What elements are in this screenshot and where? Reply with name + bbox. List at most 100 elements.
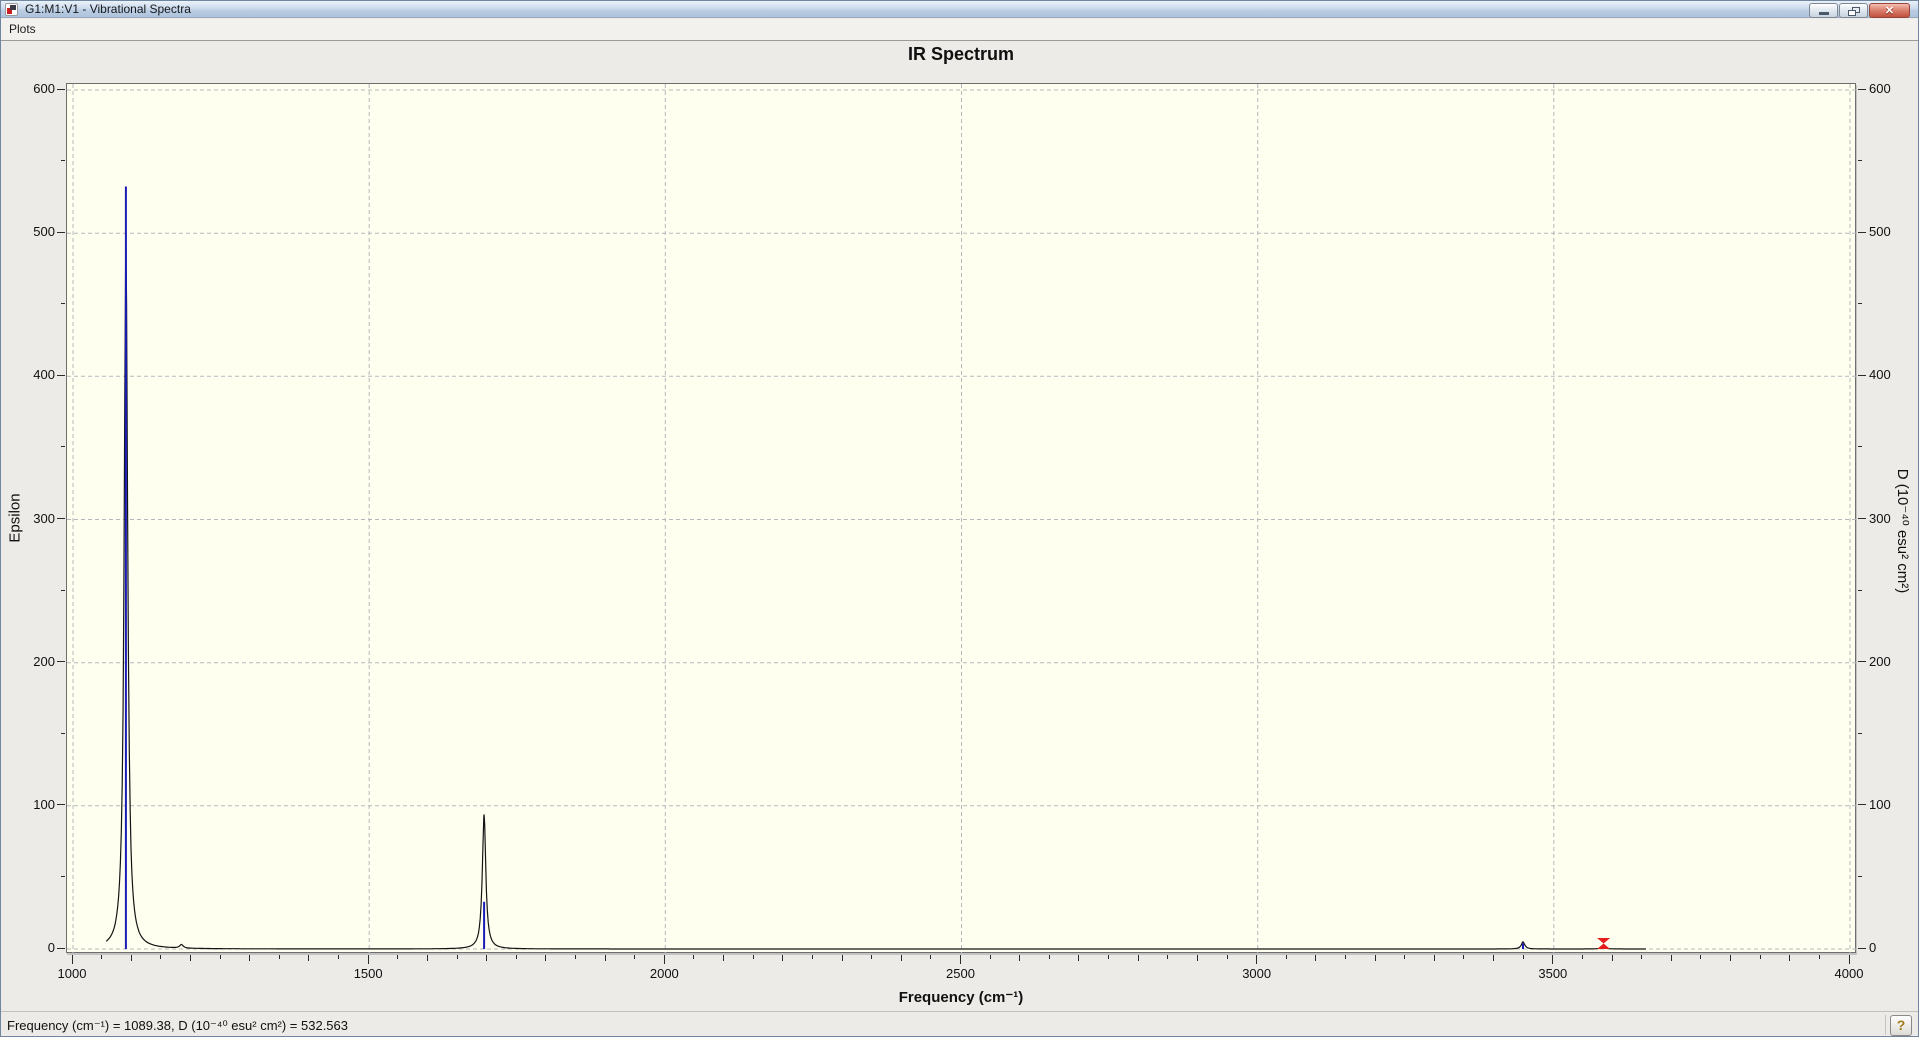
x-axis-tick [1463, 955, 1465, 959]
y-axis-tick-right [1858, 518, 1866, 519]
x-axis-tick [1700, 955, 1702, 959]
statusbar: Frequency (cm⁻¹) = 1089.38, D (10⁻⁴⁰ esu… [1, 1011, 1918, 1036]
x-axis-tick [1670, 955, 1672, 961]
close-icon: ✕ [1884, 5, 1895, 17]
x-axis-tick [1019, 955, 1021, 961]
x-axis-tick [1493, 955, 1495, 961]
x-axis-tick [1552, 955, 1554, 964]
x-axis-tick [219, 955, 221, 959]
x-axis-tick [1196, 955, 1198, 961]
y-axis-tick-left [57, 518, 65, 519]
x-axis-tick [189, 955, 191, 961]
x-axis-tick [1730, 955, 1732, 961]
x-axis-tick [397, 955, 399, 959]
x-axis-tick [1818, 955, 1820, 959]
plot-svg[interactable] [67, 84, 1857, 954]
y-axis-tick-right [1858, 303, 1862, 305]
x-axis-tick-label: 3000 [1242, 966, 1272, 981]
x-axis-tick [1641, 955, 1643, 959]
minimize-icon [1819, 12, 1829, 15]
x-axis-tick [338, 955, 340, 959]
y-axis-tick-left [57, 661, 65, 663]
y-axis-tick-label-right: 300 [1869, 510, 1891, 526]
x-axis-tick [456, 955, 458, 959]
plot-area[interactable] [66, 83, 1857, 954]
x-axis-tick [249, 955, 251, 961]
y-axis-tick-left [61, 303, 65, 305]
y-axis-tick-right [1858, 947, 1866, 949]
y-axis-tick-right [1858, 732, 1862, 734]
y-axis-tick-label-left: 0 [47, 940, 55, 955]
x-axis-tick [752, 955, 754, 959]
x-axis-tick [278, 955, 280, 959]
x-axis-tick [1345, 955, 1347, 959]
vibrational-spectra-window: G1:M1:V1 - Vibrational Spectra ✕ Plots I… [0, 0, 1919, 1037]
x-axis-tick-label: 1500 [353, 966, 383, 981]
status-divider [1885, 1015, 1886, 1035]
y-axis-title-right: D (10⁻⁴⁰ esu² cm²) [1894, 468, 1911, 594]
x-axis-tick-label: 2000 [649, 966, 679, 981]
y-axis-tick-left [57, 231, 65, 233]
window-title: G1:M1:V1 - Vibrational Spectra [25, 2, 191, 16]
y-axis-tick-label-left: 500 [33, 224, 55, 240]
x-axis-tick [1256, 955, 1258, 964]
x-axis-tick [1404, 955, 1406, 959]
y-axis-tick-label-left: 600 [33, 81, 55, 96]
y-axis-tick-left [61, 446, 65, 448]
x-axis-tick [1137, 955, 1139, 961]
y-axis-tick-right [1858, 661, 1866, 663]
ir-spectrum-curve [105, 240, 1646, 950]
y-axis-tick-label-right: 200 [1869, 653, 1891, 669]
x-axis-tick [545, 955, 547, 961]
cursor-readout: Frequency (cm⁻¹) = 1089.38, D (10⁻⁴⁰ esu… [7, 1018, 348, 1033]
x-axis-tick [1167, 955, 1169, 959]
x-axis-tick [1048, 955, 1050, 959]
x-axis-tick [1789, 955, 1791, 961]
y-axis-tick-left [57, 804, 65, 806]
y-axis-tick-right [1858, 589, 1862, 591]
chart-area: IR Spectrum 1000 1500 2000 2500 3000 3500 4000… [1, 42, 1918, 1011]
close-button[interactable]: ✕ [1869, 3, 1910, 18]
x-axis-tick [367, 955, 369, 964]
x-axis-tick [1078, 955, 1080, 961]
y-axis-tick-label-right: 500 [1869, 224, 1891, 240]
x-axis-tick [130, 955, 132, 961]
x-axis-tick [1581, 955, 1583, 959]
app-icon [5, 3, 18, 16]
x-axis-tick [1226, 955, 1228, 959]
selected-peak-marker[interactable] [1597, 938, 1611, 949]
y-axis-tick-right [1858, 804, 1866, 806]
x-axis-tick [693, 955, 695, 959]
y-axis-tick-left [61, 160, 65, 162]
x-axis-tick [101, 955, 103, 959]
x-axis-tick [871, 955, 873, 959]
y-axis-tick-left [61, 875, 65, 877]
restore-icon [1848, 7, 1860, 16]
x-axis-tick [989, 955, 991, 959]
x-axis-tick-label: 1000 [57, 966, 87, 981]
x-axis-tick [723, 955, 725, 961]
titlebar[interactable]: G1:M1:V1 - Vibrational Spectra ✕ [1, 1, 1918, 18]
help-button[interactable]: ? [1890, 1015, 1912, 1036]
restore-button[interactable] [1839, 3, 1868, 18]
y-axis-tick-left [61, 732, 65, 734]
y-axis-tick-label-right: 600 [1869, 81, 1891, 96]
x-axis-tick-label: 3500 [1538, 966, 1568, 981]
y-axis-tick-right [1858, 160, 1862, 162]
minimize-button[interactable] [1809, 3, 1838, 18]
y-axis-tick-label-right: 100 [1869, 796, 1891, 812]
x-axis-tick [634, 955, 636, 959]
menu-item-plots[interactable]: Plots [1, 19, 44, 36]
x-axis-tick [841, 955, 843, 961]
window-controls: ✕ [1809, 3, 1910, 18]
chart-title: IR Spectrum [907, 44, 1015, 64]
y-axis-tick-left [57, 88, 65, 90]
x-axis-tick [1433, 955, 1435, 961]
x-axis-tick [71, 955, 73, 964]
y-axis-title-left: Epsilon [6, 493, 24, 543]
x-axis-title: Frequency (cm⁻¹) [898, 989, 1024, 1006]
x-axis-tick [486, 955, 488, 961]
x-axis-tick [900, 955, 902, 961]
x-axis-tick [663, 955, 665, 964]
y-axis-tick-left [57, 947, 65, 949]
